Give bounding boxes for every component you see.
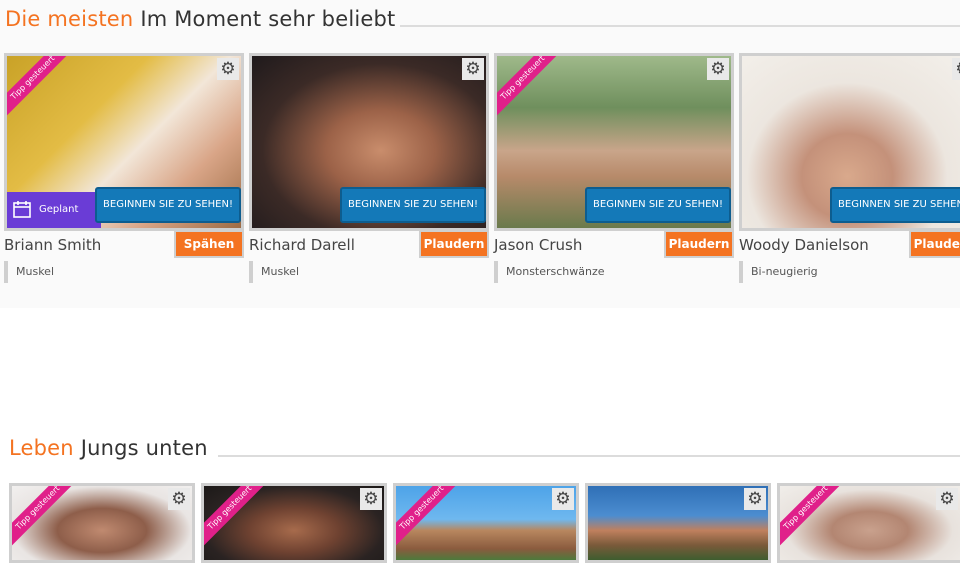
start-watching-button[interactable]: BEGINNEN SIE ZU SEHEN! [585, 187, 731, 223]
category-tag[interactable]: Monsterschwänze [494, 261, 605, 283]
gear-icon[interactable]: ⚙ [552, 488, 574, 510]
start-watching-button[interactable]: BEGINNEN SIE ZU SEHEN! [95, 187, 241, 223]
performer-name[interactable]: Briann Smith [4, 236, 101, 254]
gear-icon[interactable]: ⚙ [217, 58, 239, 80]
chat-button[interactable]: Plaudern [664, 230, 734, 258]
performer-card[interactable]: Tipp gesteuert ⚙ BEGINNEN SIE ZU SEHEN! … [494, 53, 734, 288]
performer-name[interactable]: Richard Darell [249, 236, 355, 254]
performer-card[interactable]: Tipp gesteuert ⚙ [201, 483, 387, 563]
performer-thumbnail[interactable]: ⚙ BEGINNEN SIE ZU SEHEN! [249, 53, 489, 231]
calendar-icon [13, 201, 31, 218]
gear-icon[interactable]: ⚙ [360, 488, 382, 510]
gear-icon[interactable]: ⚙ [936, 488, 958, 510]
performer-thumbnail[interactable]: ⚙ BEGINNEN SIE ZU SEHEN! [739, 53, 960, 231]
performer-thumbnail[interactable]: Tipp gesteuert ⚙ [9, 483, 195, 563]
gear-icon[interactable]: ⚙ [744, 488, 766, 510]
performer-card[interactable]: ⚙ BEGINNEN SIE ZU SEHEN! Woody Danielson… [739, 53, 960, 288]
spy-button[interactable]: Spähen [174, 230, 244, 258]
chat-button[interactable]: Plaudern [909, 230, 960, 258]
start-watching-button[interactable]: BEGINNEN SIE ZU SEHEN! [830, 187, 960, 223]
performer-card[interactable]: ⚙ BEGINNEN SIE ZU SEHEN! Richard Darell … [249, 53, 489, 288]
performer-thumbnail[interactable]: Tipp gesteuert ⚙ BEGINNEN SIE ZU SEHEN! [494, 53, 734, 231]
section-title-accent: Leben [9, 436, 74, 460]
performer-thumbnail[interactable]: Tipp gesteuert ⚙ [393, 483, 579, 563]
performer-card[interactable]: Tipp gesteuert ⚙ [777, 483, 960, 563]
section-title-accent: Die meisten [5, 7, 134, 31]
performer-thumbnail[interactable]: ⚙ [585, 483, 771, 563]
performer-thumbnail[interactable]: Tipp gesteuert ⚙ Geplant BEGINNEN SIE ZU… [4, 53, 244, 231]
category-tag[interactable]: Muskel [249, 261, 299, 283]
performer-name[interactable]: Jason Crush [494, 236, 582, 254]
gear-icon[interactable]: ⚙ [168, 488, 190, 510]
section-title-rest: Jungs unten [80, 436, 208, 460]
category-tag[interactable]: Bi-neugierig [739, 261, 818, 283]
performer-thumbnail[interactable]: Tipp gesteuert ⚙ [777, 483, 960, 563]
performer-card[interactable]: ⚙ [585, 483, 771, 563]
gear-icon[interactable]: ⚙ [462, 58, 484, 80]
category-tag[interactable]: Muskel [4, 261, 54, 283]
performer-name[interactable]: Woody Danielson [739, 236, 869, 254]
performer-card[interactable]: Tipp gesteuert ⚙ Geplant BEGINNEN SIE ZU… [4, 53, 244, 288]
performer-card[interactable]: Tipp gesteuert ⚙ [393, 483, 579, 563]
chat-button[interactable]: Plaudern [419, 230, 489, 258]
performer-card[interactable]: Tipp gesteuert ⚙ [9, 483, 195, 563]
scheduled-badge: Geplant [7, 192, 101, 228]
gear-icon[interactable]: ⚙ [952, 58, 960, 80]
section-title-popular: Die meisten Im Moment sehr beliebt [5, 7, 395, 31]
section-title-live: Leben Jungs unten [9, 436, 208, 460]
scheduled-label: Geplant [39, 204, 79, 215]
gear-icon[interactable]: ⚙ [707, 58, 729, 80]
section-title-rest: Im Moment sehr beliebt [140, 7, 396, 31]
performer-thumbnail[interactable]: Tipp gesteuert ⚙ [201, 483, 387, 563]
section-divider [400, 25, 960, 27]
start-watching-button[interactable]: BEGINNEN SIE ZU SEHEN! [340, 187, 486, 223]
section-divider [218, 455, 960, 457]
